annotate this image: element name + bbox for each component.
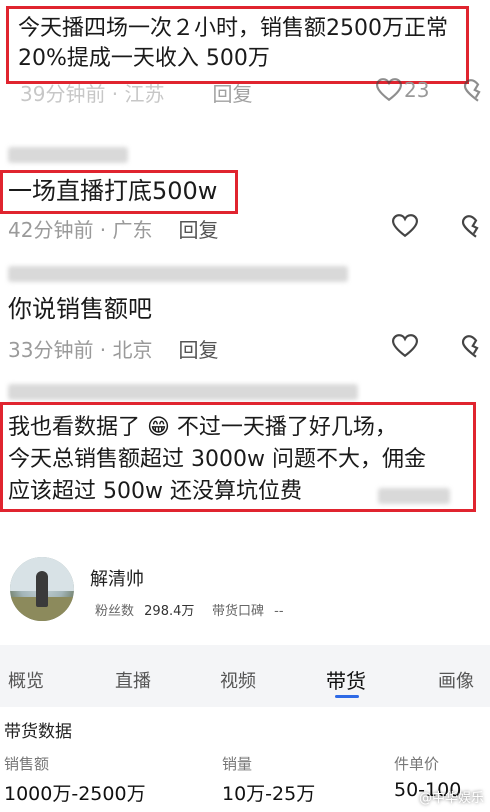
reply-button[interactable]: 回复 <box>213 78 253 107</box>
active-tab-indicator <box>335 695 359 698</box>
comment-line: 应该超过 500w 还没算坑位费 <box>8 479 302 504</box>
watermark: @中华娱乐 <box>418 791 484 806</box>
comment-text: 一场直播打底500w <box>8 176 217 206</box>
tab-bar: 概览 直播 视频 带货 画像 <box>0 645 490 707</box>
streamer-name: 解清帅 <box>90 569 144 590</box>
fans-label: 粉丝数 <box>95 604 135 619</box>
fans-stat: 粉丝数 298.4万 <box>95 600 194 619</box>
tab-overview[interactable]: 概览 <box>8 667 44 693</box>
comment-time: 42分钟前 · 广东 <box>8 218 153 242</box>
streamer-profile[interactable]: 解清帅 粉丝数 298.4万 带货口碑 -- <box>0 545 490 640</box>
comment-line: 我也看数据了 😁 不过一天播了好几场， <box>8 415 397 440</box>
tab-video[interactable]: 视频 <box>220 667 256 693</box>
comment-line: 你说销售额吧 <box>8 295 152 323</box>
fans-value: 298.4万 <box>144 604 195 619</box>
blurred-sticker <box>378 488 450 504</box>
tab-live[interactable]: 直播 <box>115 667 151 693</box>
blurred-username <box>8 384 358 400</box>
comment-line: 今天播四场一次２小时，销售额2500万正常 <box>18 16 448 41</box>
comment-text: 今天播四场一次２小时，销售额2500万正常 20%提成一天收入 500万 <box>18 14 448 74</box>
comment-text: 你说销售额吧 <box>8 294 152 324</box>
sales-data-section: 带货数据 销售额 1000万-2500万 销量 10万-25万 件单价 50-1… <box>0 707 490 812</box>
metric-label: 件单价 <box>394 755 440 773</box>
comment-time: 33分钟前 · 北京 <box>8 338 153 362</box>
tab-sales[interactable]: 带货 <box>326 665 366 694</box>
heart-icon[interactable] <box>391 334 419 358</box>
avatar[interactable] <box>10 557 74 621</box>
reputation-stat: 带货口碑 -- <box>212 600 284 619</box>
dislike-icon[interactable] <box>460 214 486 238</box>
heart-icon[interactable] <box>391 214 419 238</box>
metric-value: 1000万-2500万 <box>4 783 146 805</box>
reputation-label: 带货口碑 <box>212 604 265 619</box>
comment-text: 我也看数据了 😁 不过一天播了好几场， 今天总销售额超过 3000w 问题不大，… <box>8 412 426 508</box>
comment-meta: 42分钟前 · 广东 回复 <box>8 214 219 243</box>
comment-line: 今天总销售额超过 3000w 问题不大，佣金 <box>8 447 426 472</box>
like-count: 23 <box>404 78 430 102</box>
metric-value: 10万-25万 <box>222 783 316 805</box>
section-title: 带货数据 <box>4 722 72 742</box>
comment-meta: 33分钟前 · 北京 回复 <box>8 334 219 363</box>
reply-button[interactable]: 回复 <box>179 214 219 243</box>
heart-icon[interactable] <box>375 78 403 102</box>
reputation-value: -- <box>274 604 284 619</box>
metric-label: 销售额 <box>4 755 50 773</box>
comment-line: 一场直播打底500w <box>8 177 218 205</box>
comment-meta: 39分钟前 · 江苏 回复 <box>20 78 253 107</box>
blurred-username <box>8 147 128 163</box>
dislike-icon[interactable] <box>462 78 488 102</box>
comment-line: 20%提成一天收入 500万 <box>18 46 270 71</box>
metric-label: 销量 <box>222 755 253 773</box>
blurred-username <box>8 266 348 282</box>
reply-button[interactable]: 回复 <box>179 334 219 363</box>
dislike-icon[interactable] <box>460 334 486 358</box>
comment-time: 39分钟前 · 江苏 <box>20 82 165 106</box>
tab-profile[interactable]: 画像 <box>438 667 474 693</box>
